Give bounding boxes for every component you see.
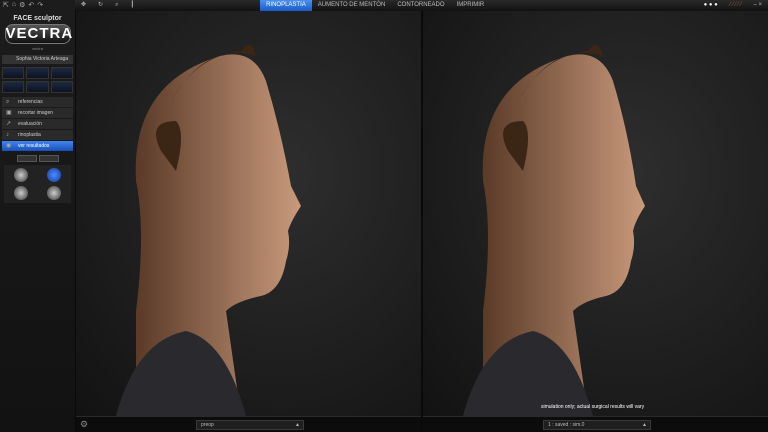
view-thumbnail[interactable] — [26, 81, 49, 93]
head-front-icon[interactable] — [14, 168, 29, 182]
menu-item-rinoplastia[interactable]: ♪ rinoplastia — [2, 130, 73, 140]
view-thumbnail[interactable] — [50, 81, 73, 93]
undo-icon[interactable]: ↶ — [28, 1, 34, 10]
menu-label: ver resultados — [18, 143, 50, 149]
dropdown-value: preop — [201, 422, 214, 428]
crop-icon: ▣ — [6, 110, 12, 116]
pan-icon[interactable]: ✥ — [75, 0, 92, 11]
dropdown-value: 1 : saved : sim.0 — [548, 422, 585, 428]
left-view-dropdown[interactable]: preop ▲ — [196, 420, 304, 430]
brand-label: FACE sculptor — [13, 15, 62, 22]
bottom-bar-right: 1 : saved : sim.0 ▲ — [423, 416, 768, 432]
menu-item-recortar-imagen[interactable]: ▣ recortar imagen — [2, 108, 73, 118]
view-thumbnail[interactable] — [2, 67, 25, 79]
view-thumbnails — [2, 67, 73, 93]
menu-label: evaluación — [18, 121, 42, 127]
workflow-menu: ⌕ referencias ▣ recortar imagen ↗ evaluació… — [0, 97, 75, 151]
menu-item-ver-resultados[interactable]: ◉ ver resultados — [2, 141, 73, 151]
tab-rinoplastia[interactable]: RINOPLASTIA — [260, 0, 312, 11]
face-model-preop — [116, 44, 301, 416]
simulation-disclaimer: simulation only; actual surgical results… — [541, 404, 645, 410]
logo-subtitle: vectra — [32, 46, 43, 51]
layout-toggle — [0, 155, 75, 162]
tab-imprimir[interactable]: IMPRIMIR — [451, 0, 491, 11]
sidebar-toolbar: ⇱ ⌂ ⚙ ↶ ↷ — [0, 0, 75, 11]
menu-label: referencias — [18, 99, 43, 105]
settings-icon[interactable]: ⚙ — [80, 419, 88, 430]
menu-label: recortar imagen — [18, 110, 54, 116]
tab-contorneado[interactable]: CONTORNEADO — [391, 0, 450, 11]
eye-icon: ◉ — [6, 143, 12, 149]
compare-icon[interactable] — [46, 168, 61, 182]
menu-item-referencias[interactable]: ⌕ referencias — [2, 97, 73, 107]
view-thumbnail[interactable] — [26, 67, 49, 79]
top-toolbar: ✥ ↻ ⌕ ┃ RINOPLASTIA AUMENTO DE MENTÓN CO… — [75, 0, 768, 11]
chart-icon: ↗ — [6, 121, 12, 127]
view-thumbnail[interactable] — [2, 81, 25, 93]
light-icon[interactable]: ┃ — [124, 0, 140, 11]
toolbar-icon[interactable]: ⇱ — [3, 1, 9, 10]
bottom-bar-left: ⚙ preop ▲ — [76, 416, 421, 432]
redo-icon[interactable]: ↷ — [37, 1, 43, 10]
chevron-down-icon: ▲ — [295, 422, 300, 428]
tab-aumento-de-menton[interactable]: AUMENTO DE MENTÓN — [312, 0, 392, 11]
window-controls[interactable]: – × — [747, 0, 768, 11]
nose-icon: ♪ — [6, 132, 9, 138]
color-tools[interactable]: ⁄ ⁄ ⁄ ⁄ ⁄ — [724, 0, 748, 11]
view-tools — [4, 165, 71, 203]
toolbar-icon[interactable]: ⌂ — [12, 1, 16, 10]
toolbar-icon[interactable]: ⚙ — [19, 1, 25, 10]
viewport-preop[interactable] — [76, 11, 421, 416]
chevron-down-icon: ▲ — [642, 422, 647, 428]
menu-label: rinoplastia — [18, 132, 41, 138]
face-model-simulation — [463, 44, 645, 416]
sidebar: ⇱ ⌂ ⚙ ↶ ↷ FACE sculptor VECTRA vectra Sophia… — [0, 0, 75, 432]
search-icon: ⌕ — [6, 99, 10, 105]
head-side-icon[interactable] — [14, 186, 29, 200]
zoom-icon[interactable]: ⌕ — [109, 0, 124, 11]
vectra-logo: VECTRA — [4, 24, 74, 44]
display-mode-icons[interactable]: ● ● ● — [698, 0, 724, 11]
viewport-simulation[interactable]: simulation only; actual surgical results… — [423, 11, 768, 416]
single-view-button[interactable] — [16, 155, 37, 162]
right-view-dropdown[interactable]: 1 : saved : sim.0 ▲ — [543, 420, 651, 430]
view-thumbnail[interactable] — [50, 67, 73, 79]
split-view-button[interactable] — [38, 155, 59, 162]
menu-item-evaluacion[interactable]: ↗ evaluación — [2, 119, 73, 129]
head-mesh-icon[interactable] — [46, 186, 61, 200]
rotate-icon[interactable]: ↻ — [92, 0, 109, 11]
patient-name[interactable]: Sophia Victoria Arteaga — [2, 55, 73, 64]
